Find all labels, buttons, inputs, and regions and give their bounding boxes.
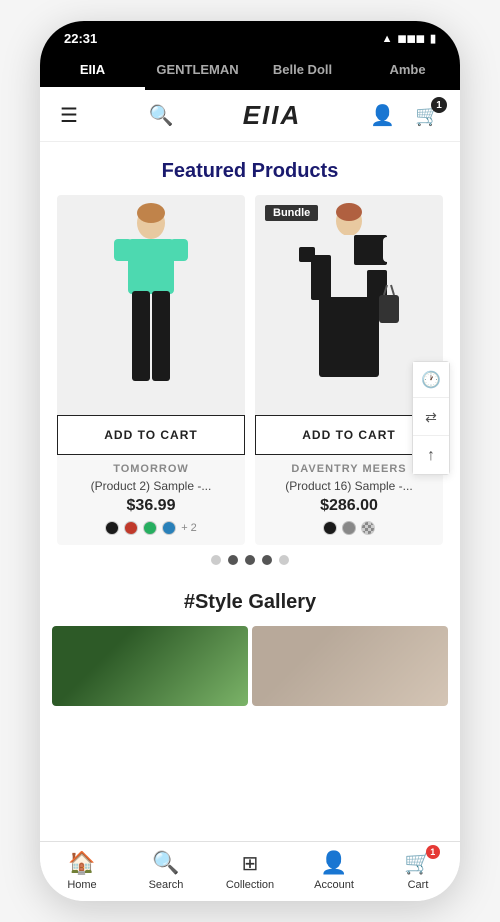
phone-shell: 22:31 ▲ ◼◼◼ ▮ EIIA GENTLEMAN Belle Doll … — [40, 21, 460, 901]
account-nav-icon: 👤 — [320, 850, 347, 876]
search-nav-icon: 🔍 — [152, 850, 179, 876]
swatch-black[interactable] — [105, 521, 119, 535]
cart-nav-badge: 1 — [426, 845, 440, 859]
search-icon: 🔍 — [149, 105, 174, 127]
dot-4[interactable] — [262, 555, 272, 565]
nav-label-cart: Cart — [408, 879, 429, 891]
scroll-top-icon: ↑ — [427, 447, 435, 465]
products-grid: ADD TO CART TOMORROW (Product 2) Sample … — [40, 195, 460, 545]
pagination-dots — [40, 545, 460, 583]
swatch-red[interactable] — [124, 521, 138, 535]
product-brand-1: TOMORROW — [57, 463, 245, 475]
header-icons: 👤 🛒 1 — [368, 101, 442, 130]
collection-icon: ⊞ — [242, 851, 259, 876]
main-content: Featured Products — [40, 142, 460, 841]
dot-2[interactable] — [228, 555, 238, 565]
status-bar: 22:31 ▲ ◼◼◼ ▮ — [40, 21, 460, 52]
dot-3[interactable] — [245, 555, 255, 565]
brand-tab-eiia[interactable]: EIIA — [40, 52, 145, 90]
gallery-row — [40, 626, 460, 726]
nav-item-home[interactable]: 🏠 Home — [40, 842, 124, 901]
nav-label-search: Search — [149, 879, 184, 891]
side-actions: 🕐 ⇄ ↑ — [412, 361, 450, 475]
wifi-icon: ▲ — [382, 33, 393, 45]
home-icon: 🏠 — [68, 850, 95, 876]
product-figure-2 — [299, 195, 399, 415]
brand-tabs: EIIA GENTLEMAN Belle Doll Ambe — [40, 52, 460, 90]
nav-item-account[interactable]: 👤 Account — [292, 842, 376, 901]
swatch-more-1: + 2 — [181, 522, 197, 534]
product-name-2: (Product 16) Sample -... — [261, 479, 437, 493]
nav-label-account: Account — [314, 879, 354, 891]
nav-label-collection: Collection — [226, 879, 274, 891]
product-price-2: $286.00 — [255, 497, 443, 515]
product-figure-1 — [106, 195, 196, 415]
history-button[interactable]: 🕐 — [413, 362, 449, 398]
color-swatches-2 — [255, 521, 443, 535]
cart-button[interactable]: 🛒 1 — [413, 101, 442, 130]
dot-1[interactable] — [211, 555, 221, 565]
swatch-gray[interactable] — [342, 521, 356, 535]
brand-tab-belledoll[interactable]: Belle Doll — [250, 52, 355, 90]
nav-label-home: Home — [67, 879, 96, 891]
search-button[interactable]: 🔍 — [147, 101, 176, 130]
nav-item-search[interactable]: 🔍 Search — [124, 842, 208, 901]
status-icons: ▲ ◼◼◼ ▮ — [382, 32, 436, 45]
cart-badge: 1 — [431, 97, 447, 113]
gallery-image-2[interactable] — [252, 626, 448, 706]
nav-item-cart[interactable]: 🛒 1 Cart — [376, 842, 460, 901]
time: 22:31 — [64, 31, 97, 46]
bottom-nav: 🏠 Home 🔍 Search ⊞ Collection 👤 Account 🛒… — [40, 841, 460, 901]
dot-5[interactable] — [279, 555, 289, 565]
add-to-cart-button-1[interactable]: ADD TO CART — [57, 415, 245, 455]
product-name-1: (Product 2) Sample -... — [63, 479, 239, 493]
gallery-image-1[interactable] — [52, 626, 248, 706]
swatch-black-2[interactable] — [323, 521, 337, 535]
product-price-1: $36.99 — [57, 497, 245, 515]
bundle-tag: Bundle — [265, 205, 318, 221]
nav-item-collection[interactable]: ⊞ Collection — [208, 842, 292, 901]
brand-tab-gentleman[interactable]: GENTLEMAN — [145, 52, 250, 90]
swatch-blue[interactable] — [162, 521, 176, 535]
swatch-green[interactable] — [143, 521, 157, 535]
cart-nav-wrapper: 🛒 1 — [404, 850, 431, 876]
account-icon: 👤 — [370, 105, 395, 127]
logo: EIIA — [243, 100, 302, 131]
account-button[interactable]: 👤 — [368, 101, 397, 130]
gallery-title: #Style Gallery — [40, 583, 460, 626]
product-image-1[interactable] — [57, 195, 245, 415]
battery-icon: ▮ — [430, 32, 436, 45]
scroll-top-button[interactable]: ↑ — [413, 438, 449, 474]
product-card-1: ADD TO CART TOMORROW (Product 2) Sample … — [57, 195, 245, 545]
menu-button[interactable]: ☰ — [58, 101, 80, 130]
color-swatches-1: + 2 — [57, 521, 245, 535]
swatch-pattern[interactable] — [361, 521, 375, 535]
brand-tab-ambe[interactable]: Ambe — [355, 52, 460, 90]
share-icon: ⇄ — [425, 409, 437, 426]
menu-icon: ☰ — [60, 105, 78, 127]
featured-title: Featured Products — [40, 142, 460, 195]
history-icon: 🕐 — [421, 370, 441, 390]
header: ☰ 🔍 EIIA 👤 🛒 1 — [40, 90, 460, 142]
share-button[interactable]: ⇄ — [413, 400, 449, 436]
signal-icon: ◼◼◼ — [398, 32, 425, 45]
